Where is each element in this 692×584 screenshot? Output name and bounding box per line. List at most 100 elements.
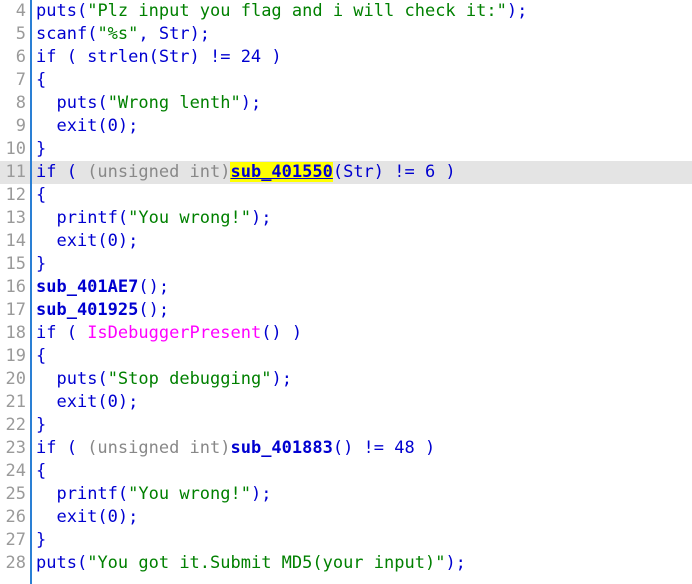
line-number: 14 [5, 231, 26, 251]
code-token: (); [138, 277, 170, 297]
code-text[interactable]: puts("Stop debugging"); [36, 368, 291, 391]
code-line[interactable]: 14 exit(0); [0, 230, 692, 253]
line-number: 28 [5, 553, 26, 573]
code-line[interactable]: 28 puts("You got it.Submit MD5(your input… [0, 552, 692, 575]
code-text[interactable]: if ( strlen(Str) != 24 ) [36, 46, 282, 69]
code-line[interactable]: 12 { [0, 184, 692, 207]
line-number: 13 [5, 208, 26, 228]
function-reference[interactable]: sub_401925 [36, 300, 138, 320]
library-function-reference[interactable]: puts [56, 369, 97, 389]
line-number: 6 [15, 47, 26, 67]
code-token: ); [250, 484, 272, 504]
code-line[interactable]: 11 if ( (unsigned int)sub_401550(Str) != … [0, 161, 692, 184]
code-text[interactable]: if ( (unsigned int)sub_401883() != 48 ) [36, 437, 435, 460]
code-text[interactable]: { [36, 345, 46, 368]
code-token: ( [97, 93, 108, 113]
code-line[interactable]: 18 if ( IsDebuggerPresent() ) [0, 322, 692, 345]
code-token: () != 48 ) [332, 438, 436, 458]
code-line[interactable]: 8 puts("Wrong lenth"); [0, 92, 692, 115]
string-literal: "You wrong!" [128, 484, 251, 504]
code-text[interactable]: printf("You wrong!"); [36, 483, 271, 506]
code-text[interactable]: if ( (unsigned int)sub_401550(Str) != 6 … [36, 161, 456, 184]
code-line[interactable]: 23 if ( (unsigned int)sub_401883() != 48 … [0, 437, 692, 460]
code-text[interactable]: if ( IsDebuggerPresent() ) [36, 322, 302, 345]
string-literal: "%s" [97, 24, 139, 44]
library-function-reference[interactable]: puts [36, 1, 77, 21]
gutter-divider [30, 0, 32, 584]
library-function-reference[interactable]: printf [56, 484, 117, 504]
code-text[interactable]: puts("Wrong lenth"); [36, 92, 261, 115]
line-number: 23 [5, 438, 26, 458]
line-number: 21 [5, 392, 26, 412]
code-token: ( [87, 24, 98, 44]
code-token: { [36, 346, 47, 366]
code-line[interactable]: 13 printf("You wrong!"); [0, 207, 692, 230]
code-text[interactable]: sub_401AE7(); [36, 276, 169, 299]
code-token: ); [506, 1, 528, 21]
code-text[interactable]: puts("You got it.Submit MD5(your input)"… [36, 552, 466, 575]
code-text[interactable]: exit(0); [36, 230, 138, 253]
code-text[interactable]: sub_401925(); [36, 299, 169, 322]
code-line[interactable]: 5 scanf("%s", Str); [0, 23, 692, 46]
code-line[interactable]: 25 printf("You wrong!"); [0, 483, 692, 506]
line-number: 11 [5, 162, 26, 182]
code-text[interactable]: } [36, 529, 46, 552]
line-number: 10 [5, 139, 26, 159]
code-line[interactable]: 9 exit(0); [0, 115, 692, 138]
code-token: if ( [36, 323, 88, 343]
code-token: ); [240, 93, 262, 113]
library-function-reference[interactable]: puts [36, 553, 77, 573]
code-text[interactable]: } [36, 414, 46, 437]
line-number: 25 [5, 484, 26, 504]
code-line[interactable]: 26 exit(0); [0, 506, 692, 529]
code-token: ( [97, 369, 108, 389]
library-function-reference[interactable]: puts [56, 93, 97, 113]
code-line[interactable]: 17 sub_401925(); [0, 299, 692, 322]
code-line[interactable]: 22} [0, 414, 692, 437]
line-number: 22 [5, 415, 26, 435]
pseudocode-editor[interactable]: 4 puts("Plz input you flag and i will che… [0, 0, 692, 584]
code-lines-container[interactable]: 4 puts("Plz input you flag and i will che… [0, 0, 692, 575]
code-token: if ( strlen(Str) != 24 ) [36, 47, 282, 67]
line-number: 5 [15, 24, 26, 44]
code-token: { [36, 185, 47, 205]
type-cast: (unsigned int) [87, 438, 231, 458]
code-line[interactable]: 10} [0, 138, 692, 161]
code-line[interactable]: 16 sub_401AE7(); [0, 276, 692, 299]
function-reference[interactable]: sub_401AE7 [36, 277, 138, 297]
code-text[interactable]: puts("Plz input you flag and i will chec… [36, 0, 527, 23]
code-text[interactable]: exit(0); [36, 506, 138, 529]
code-text[interactable]: exit(0); [36, 391, 138, 414]
code-text[interactable]: } [36, 138, 46, 161]
library-function-reference[interactable]: printf [56, 208, 117, 228]
code-line[interactable]: 24 { [0, 460, 692, 483]
code-token: ); [250, 208, 272, 228]
code-token: , Str); [138, 24, 211, 44]
code-line[interactable]: 4 puts("Plz input you flag and i will che… [0, 0, 692, 23]
code-line[interactable]: 21 exit(0); [0, 391, 692, 414]
code-line[interactable]: 15} [0, 253, 692, 276]
code-text[interactable]: { [36, 460, 46, 483]
code-line[interactable]: 7{ [0, 69, 692, 92]
winapi-reference[interactable]: IsDebuggerPresent [87, 323, 261, 343]
code-line[interactable]: 6 if ( strlen(Str) != 24 ) [0, 46, 692, 69]
code-text[interactable]: { [36, 184, 46, 207]
code-text[interactable]: printf("You wrong!"); [36, 207, 271, 230]
code-line[interactable]: 27} [0, 529, 692, 552]
code-text[interactable]: scanf("%s", Str); [36, 23, 210, 46]
line-number: 26 [5, 507, 26, 527]
library-function-reference[interactable]: scanf [36, 24, 87, 44]
code-text[interactable]: { [36, 69, 46, 92]
code-text[interactable]: } [36, 253, 46, 276]
function-reference[interactable]: sub_401883 [230, 438, 332, 458]
code-token: } [36, 139, 47, 159]
line-number: 17 [5, 300, 26, 320]
code-line[interactable]: 20 puts("Stop debugging"); [0, 368, 692, 391]
code-line[interactable]: 19 { [0, 345, 692, 368]
line-number: 12 [5, 185, 26, 205]
code-text[interactable]: exit(0); [36, 115, 138, 138]
highlighted-function-reference[interactable]: sub_401550 [230, 162, 333, 182]
string-literal: "Wrong lenth" [107, 93, 241, 113]
